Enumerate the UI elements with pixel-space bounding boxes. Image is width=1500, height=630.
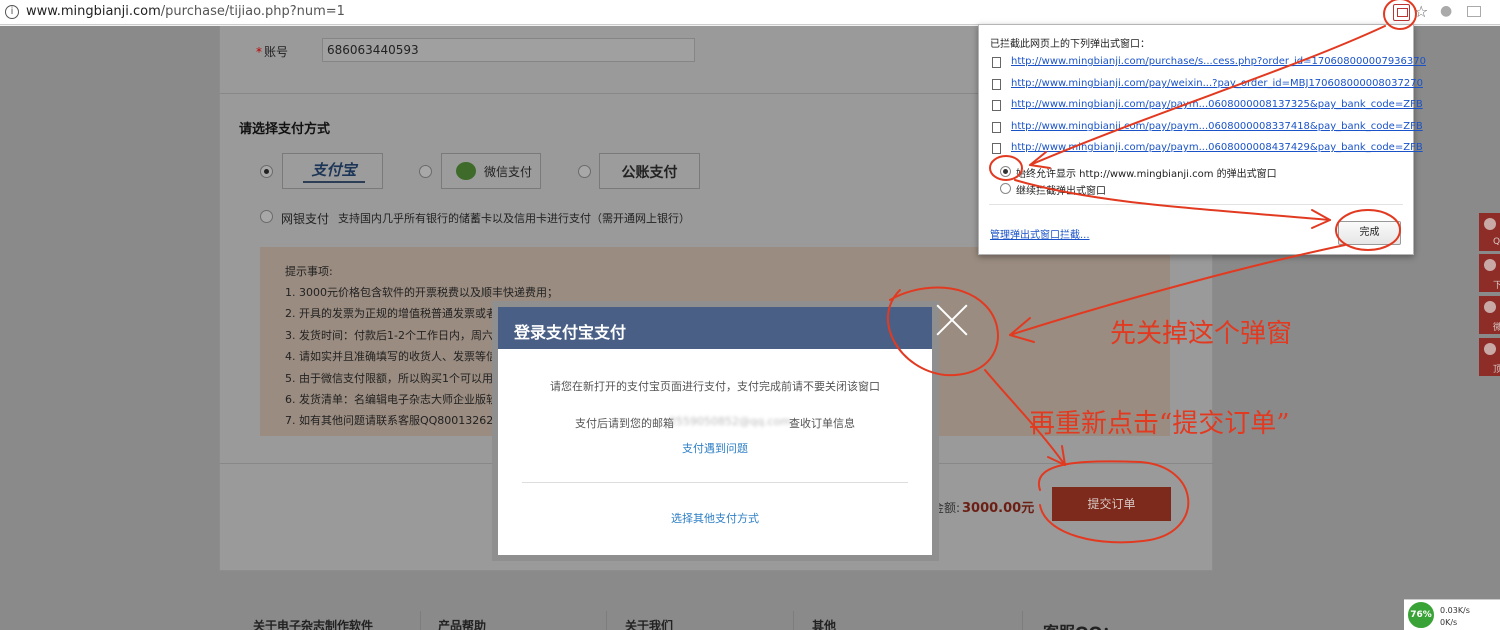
chat-icon	[1484, 218, 1496, 230]
page-icon	[992, 143, 1001, 154]
cast-icon[interactable]	[1467, 6, 1481, 17]
footer-col-help[interactable]: 产品帮助	[438, 617, 486, 630]
url-text[interactable]: www.mingbianji.com/purchase/tijiao.php?n…	[26, 4, 345, 19]
block-popups-radio[interactable]	[1000, 183, 1011, 194]
bank-description: 支持国内几乎所有银行的储蓄卡以及信用卡进行支付（需开通网上银行）	[338, 212, 690, 225]
bookmark-star-icon[interactable]: ☆	[1414, 2, 1428, 21]
page-icon	[992, 122, 1001, 133]
modal-message: 请您在新打开的支付宝页面进行支付，支付完成前请不要关闭该窗口	[550, 380, 880, 393]
page-icon	[992, 100, 1001, 111]
account-input[interactable]: 686063440593	[322, 38, 695, 62]
modal-email: 2559050852@qq.com	[669, 415, 791, 428]
notice-line: 1. 3000元价格包含软件的开票税费以及顺丰快递费用；	[285, 286, 558, 299]
notice-title: 提示事项:	[285, 265, 333, 278]
bank-radio[interactable]	[260, 210, 273, 223]
allow-popups-radio[interactable]	[1000, 166, 1011, 177]
allow-popups-label[interactable]: 始终允许显示 http://www.mingbianji.com 的弹出式窗口	[1016, 165, 1277, 180]
notice-line: 2. 开具的发票为正规的增值税普通发票或者	[285, 307, 497, 320]
annotation-resubmit: 再重新点击“提交订单”	[1029, 409, 1290, 439]
public-label: 公账支付	[621, 165, 678, 181]
footer-col-qq[interactable]: 客服QQ：	[1043, 619, 1118, 630]
bubble-title: 已拦截此网页上的下列弹出式窗口：	[990, 39, 1150, 50]
payment-trouble-link[interactable]: 支付遇到问题	[498, 440, 932, 456]
notice-line: 3. 发货时间：付款后1-2个工作日内，周六日	[285, 329, 504, 342]
page-icon	[992, 57, 1001, 68]
block-popups-label[interactable]: 继续拦截弹出式窗口	[1016, 182, 1106, 197]
notice-line: 6. 发货清单：名编辑电子杂志大师企业版软	[285, 393, 497, 406]
close-icon[interactable]	[934, 302, 970, 338]
upload-speed: 0.03K/s	[1440, 606, 1470, 615]
footer-divider	[1022, 611, 1023, 630]
bubble-divider	[989, 204, 1403, 205]
wechat-label: 微信支付	[484, 165, 533, 179]
site-info-icon[interactable]: i	[5, 5, 19, 19]
notice-line: 4. 请如实并且准确填写的收货人、发票等信	[285, 350, 497, 363]
submit-order-button[interactable]: 提交订单	[1052, 487, 1171, 521]
address-bar[interactable]: i www.mingbianji.com/purchase/tijiao.php…	[0, 0, 1500, 25]
wechat-icon	[456, 162, 476, 180]
footer-col-software[interactable]: 关于电子杂志制作软件	[253, 617, 373, 630]
footer-divider	[420, 611, 421, 630]
alipay-logo: 支付宝	[303, 159, 365, 183]
arrow-up-icon	[1484, 343, 1496, 355]
notice-line: 7. 如有其他问题请联系客服QQ800132629	[285, 414, 501, 427]
popup-blocked-bubble: 已拦截此网页上的下列弹出式窗口： http://www.mingbianji.c…	[978, 24, 1426, 255]
wechat-radio[interactable]	[419, 165, 432, 178]
extension-icon[interactable]: ●	[1440, 3, 1452, 19]
download-speed: 0K/s	[1440, 618, 1458, 627]
alipay-login-modal: 登录支付宝支付 请您在新打开的支付宝页面进行支付，支付完成前请不要关闭该窗口 支…	[498, 307, 932, 555]
blocked-popup-link[interactable]: http://www.mingbianji.com/pay/paym...060…	[1011, 99, 1423, 110]
footer-col-other[interactable]: 其他	[812, 617, 836, 630]
popup-blocked-icon[interactable]	[1393, 4, 1410, 21]
manage-popup-blocking-link[interactable]: 管理弹出式窗口拦截...	[990, 226, 1090, 241]
side-tab-download[interactable]: 下	[1479, 254, 1500, 292]
modal-email-suffix: 查收订单信息	[789, 417, 855, 430]
footer-col-about[interactable]: 关于我们	[625, 617, 673, 630]
footer-divider	[606, 611, 607, 630]
network-speed-widget[interactable]: 76% 0.03K/s 0K/s	[1404, 599, 1500, 630]
total-amount: 3000.00元	[962, 501, 1035, 516]
public-option[interactable]: 公账支付	[599, 153, 700, 189]
side-tab-qq[interactable]: QQ	[1479, 213, 1500, 251]
notice-line: 5. 由于微信支付限额，所以购买1个可以用微	[285, 372, 504, 385]
payment-heading: 请选择支付方式	[239, 122, 331, 137]
modal-divider	[522, 482, 908, 483]
alipay-radio[interactable]	[260, 165, 273, 178]
side-tab-top[interactable]: 顶	[1479, 338, 1500, 376]
wechat-option[interactable]: 微信支付	[441, 153, 541, 189]
modal-header: 登录支付宝支付	[498, 307, 932, 349]
blocked-popup-link[interactable]: http://www.mingbianji.com/pay/paym...060…	[1011, 121, 1423, 132]
public-radio[interactable]	[578, 165, 591, 178]
account-label: * 账号	[256, 45, 289, 59]
done-button[interactable]: 完成	[1338, 221, 1401, 245]
other-payment-link[interactable]: 选择其他支付方式	[498, 510, 932, 526]
page-icon	[992, 79, 1001, 90]
annotation-close-popup: 先关掉这个弹窗	[1110, 319, 1293, 349]
modal-email-prefix: 支付后请到您的邮箱	[575, 417, 674, 430]
usage-badge: 76%	[1406, 600, 1436, 630]
download-icon	[1484, 259, 1496, 271]
modal-title: 登录支付宝支付	[514, 323, 627, 342]
alipay-option[interactable]: 支付宝	[282, 153, 383, 189]
side-tab-wechat[interactable]: 微	[1479, 296, 1500, 334]
blocked-popup-link[interactable]: http://www.mingbianji.com/pay/weixin...?…	[1011, 78, 1423, 89]
blocked-popup-link[interactable]: http://www.mingbianji.com/pay/paym...060…	[1011, 142, 1423, 153]
footer-divider	[793, 611, 794, 630]
bank-label[interactable]: 网银支付	[281, 210, 329, 227]
wechat-icon	[1484, 301, 1496, 313]
blocked-popup-link[interactable]: http://www.mingbianji.com/purchase/s...c…	[1011, 56, 1426, 67]
